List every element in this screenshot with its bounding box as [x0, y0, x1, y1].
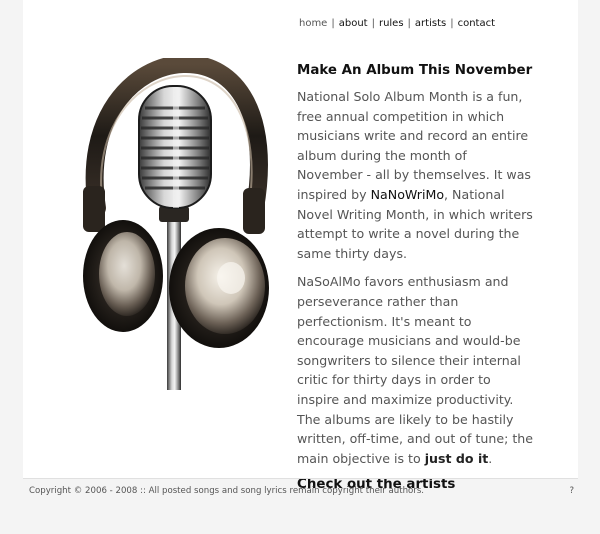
- nanowrimo-link[interactable]: NaNoWriMo: [371, 187, 444, 202]
- nav-home-link[interactable]: home: [299, 18, 327, 29]
- nav-about-link[interactable]: about: [339, 18, 368, 29]
- main-content: Make An Album This November National Sol…: [297, 63, 533, 492]
- description-text-end: .: [488, 450, 493, 466]
- footer-copyright: Copyright © 2006 - 2008 :: All posted so…: [29, 486, 425, 496]
- page-title: Make An Album This November: [297, 63, 533, 78]
- footer-divider: [23, 478, 578, 479]
- left-ear-cup: [83, 186, 163, 332]
- headphones-microphone-image: [83, 58, 269, 390]
- page-container: home|about|rules|artists|contact: [23, 0, 578, 492]
- description-text: NaSoAlMo favors enthusiasm and persevera…: [297, 274, 534, 466]
- nav-rules-link[interactable]: rules: [379, 18, 404, 29]
- nav-separator: |: [407, 18, 411, 29]
- nav-artists-link[interactable]: artists: [415, 18, 446, 29]
- just-do-it-emphasis: just do it: [424, 450, 489, 466]
- description-paragraph: NaSoAlMo favors enthusiasm and persevera…: [297, 272, 533, 468]
- intro-text: National Solo Album Month is a fun, free…: [297, 89, 531, 202]
- nav-separator: |: [371, 18, 375, 29]
- nav-separator: |: [331, 18, 335, 29]
- footer-help-link[interactable]: ?: [569, 486, 574, 496]
- microphone: [138, 85, 212, 209]
- top-nav: home | about | rules | artists | contact: [299, 18, 495, 29]
- nav-contact-link[interactable]: contact: [458, 18, 495, 29]
- intro-paragraph: National Solo Album Month is a fun, free…: [297, 87, 533, 263]
- nav-separator: |: [450, 18, 454, 29]
